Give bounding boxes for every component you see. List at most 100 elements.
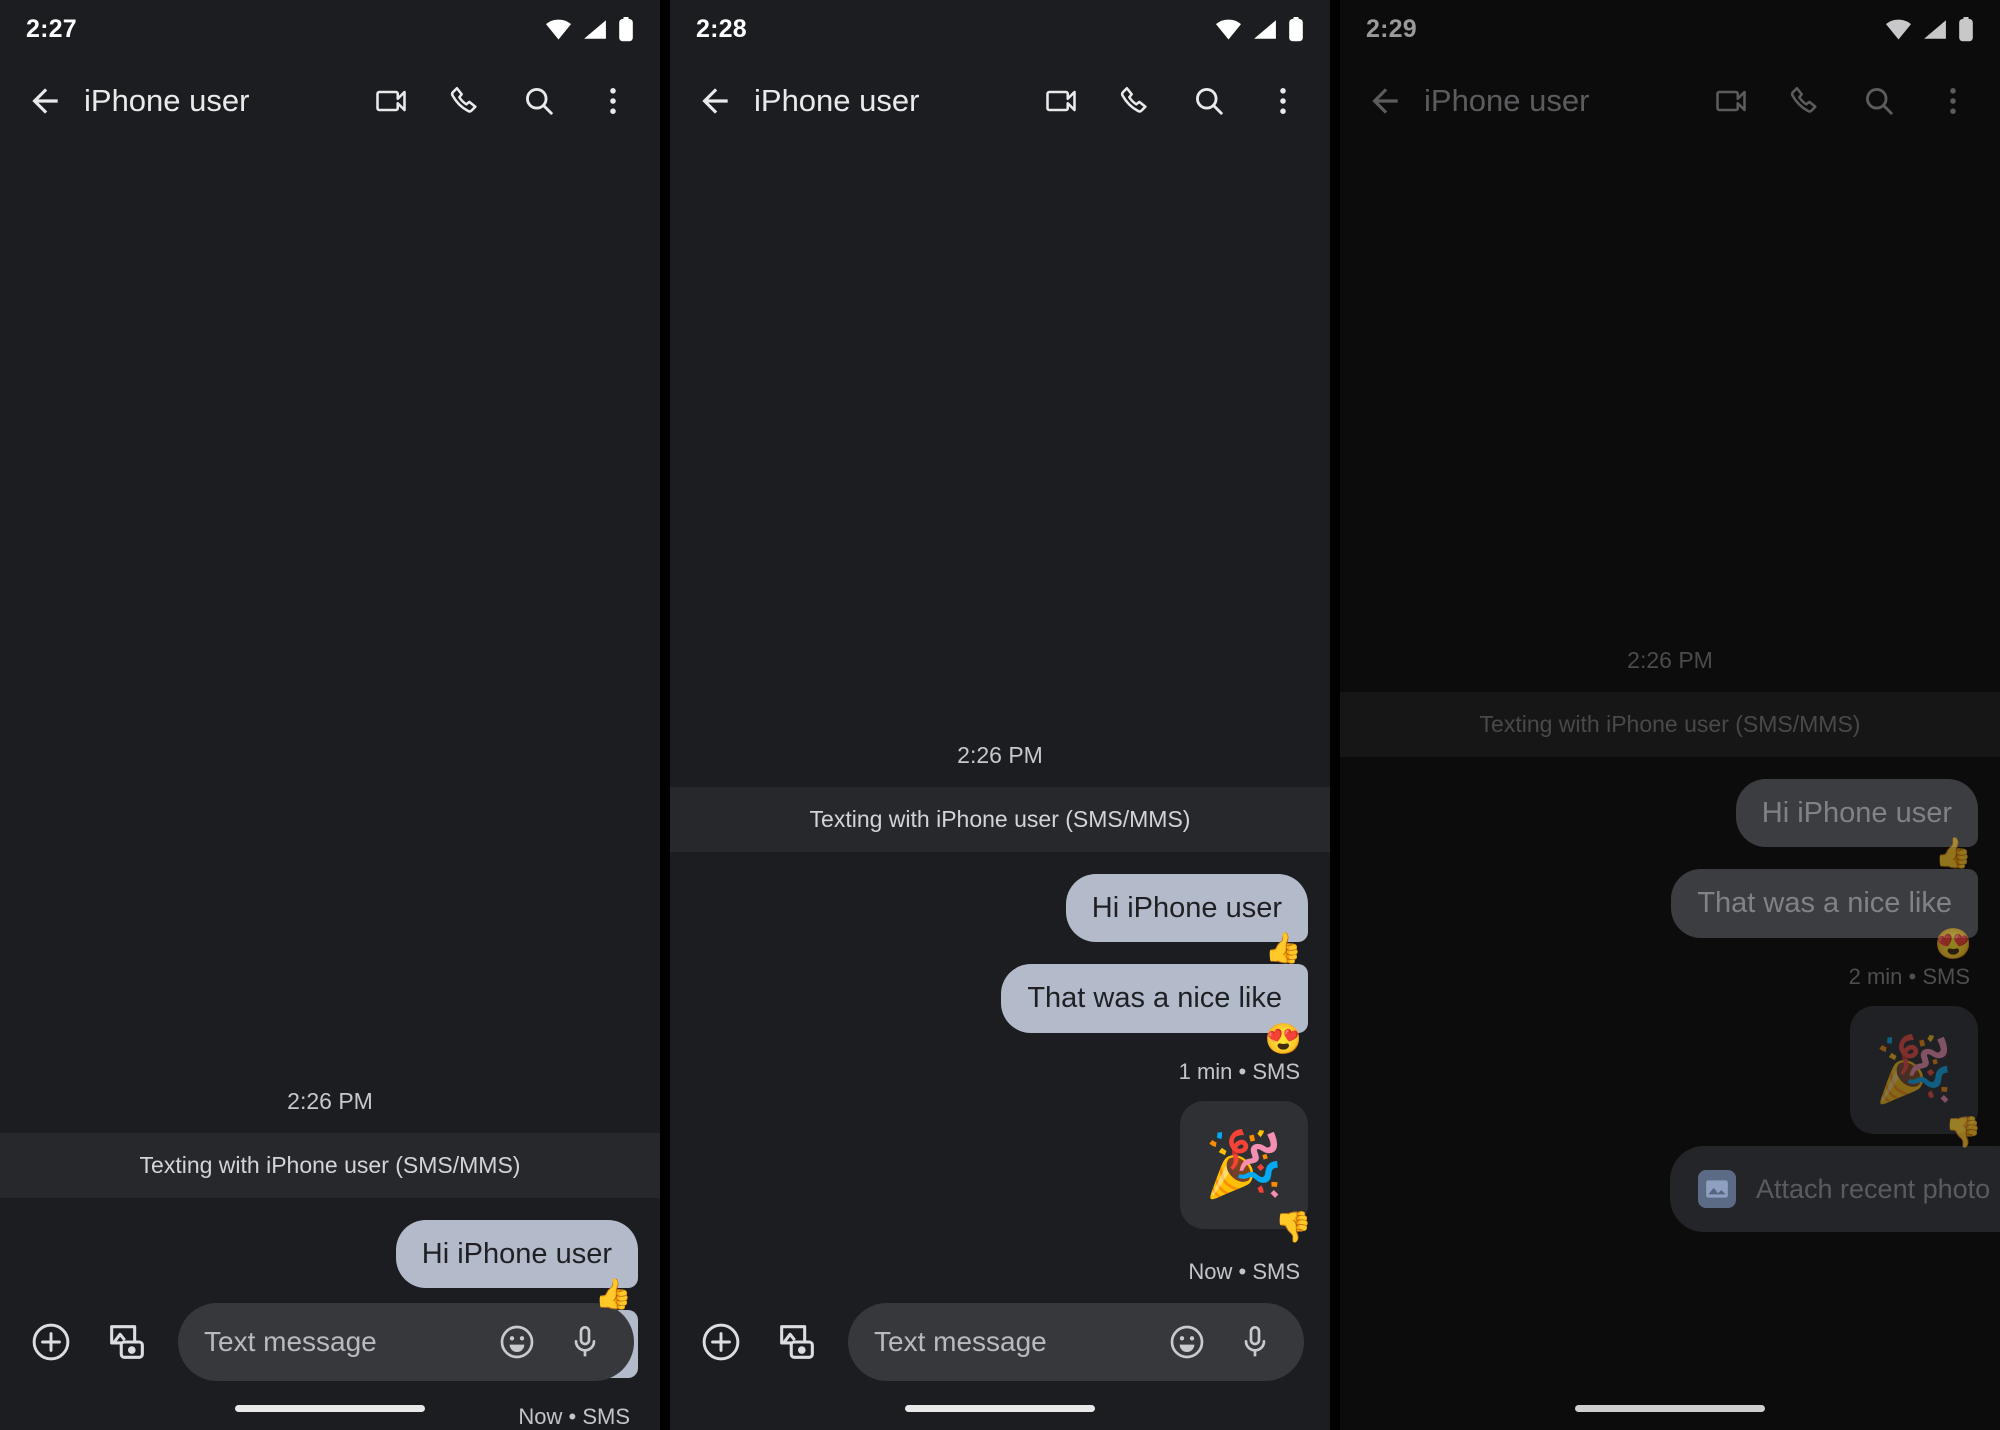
video-call-icon[interactable] [1710,80,1752,122]
system-nav-bar [0,1398,660,1418]
phone-call-icon[interactable] [1784,80,1826,122]
message-list: Hi iPhone user 👍 That was a nice like 😍 … [1340,757,2000,1190]
battery-icon [618,16,634,42]
overflow-menu-icon[interactable] [1262,80,1304,122]
message-list: Hi iPhone user 👍 That was a nice like 😍 … [670,852,1330,1285]
system-nav-bar [670,1398,1330,1418]
party-popper-image[interactable]: 🎉 [1850,1005,1978,1134]
panel-3-messages-screen-with-notification: 2:29 iPhone user 2:26 PM Texting with iP… [1340,0,2000,1430]
page-title: iPhone user [754,83,920,118]
battery-icon [1958,16,1974,42]
search-icon[interactable] [1188,80,1230,122]
cellular-signal-icon [583,19,607,40]
outgoing-message-bubble[interactable]: That was a nice like [1671,869,1978,938]
video-call-icon[interactable] [370,80,412,122]
app-bar-actions [1710,80,1974,122]
emoji-smiley-icon[interactable] [1164,1319,1210,1365]
sms-system-note: Texting with iPhone user (SMS/MMS) [0,1132,660,1198]
cellular-signal-icon [1253,19,1277,40]
app-bar-actions [370,80,634,122]
message-row[interactable]: Hi iPhone user 👍 [22,1219,638,1309]
app-bar: iPhone user [0,62,660,140]
outgoing-message-bubble[interactable]: That was a nice like [1001,964,1308,1033]
image-message-row[interactable]: 🎉 👎 [692,1100,1312,1242]
message-status: Now • SMS [1188,1258,1300,1284]
photo-thumbnail-icon [1698,1170,1736,1208]
party-popper-image[interactable]: 🎉 [1180,1100,1308,1229]
back-arrow-icon[interactable] [1362,78,1408,124]
attach-recent-photo-sheet[interactable]: Attach recent photo [1670,1146,2000,1232]
overflow-menu-icon[interactable] [592,80,634,122]
cellular-signal-icon [1923,19,1947,40]
thumbs-down-reaction[interactable]: 👎 [1275,1212,1312,1243]
battery-icon [1288,16,1304,42]
sms-system-note: Texting with iPhone user (SMS/MMS) [670,787,1330,852]
app-bar: iPhone user [1340,62,2000,140]
status-bar: 2:27 [0,0,660,58]
attach-recent-photo-label: Attach recent photo [1756,1173,1991,1204]
gesture-handle[interactable] [1575,1404,1765,1412]
plus-circle-icon[interactable] [26,1317,76,1367]
panel-divider [1330,0,1340,1430]
panel-1-messages-screen: 2:27 iPhone user 2:26 PM Texting with iP… [0,0,660,1430]
status-icons [1215,16,1304,42]
microphone-icon[interactable] [1232,1319,1278,1365]
message-input[interactable]: Text message [178,1303,634,1381]
message-row[interactable]: That was a nice like 😍 [1362,869,1978,959]
status-clock: 2:29 [1366,14,1417,43]
message-row[interactable]: Hi iPhone user 👍 [692,874,1308,964]
gallery-camera-icon[interactable] [102,1317,152,1367]
thumbs-up-reaction[interactable]: 👍 [1265,934,1302,964]
thumbs-up-reaction[interactable]: 👍 [595,1279,632,1310]
phone-call-icon[interactable] [1114,80,1156,122]
sms-system-note: Texting with iPhone user (SMS/MMS) [1340,692,2000,757]
emoji-smiley-icon[interactable] [494,1319,540,1365]
image-message-row[interactable]: 🎉 👎 [1362,1005,1982,1147]
wifi-icon [1215,19,1242,40]
plus-circle-icon[interactable] [696,1317,746,1367]
panel-divider [660,0,670,1430]
message-input-placeholder: Text message [204,1326,377,1357]
message-status: 1 min • SMS [1178,1058,1300,1084]
gesture-handle[interactable] [235,1404,425,1412]
message-status: 2 min • SMS [1848,963,1970,989]
status-clock: 2:28 [696,14,747,43]
page-title: iPhone user [1424,83,1590,118]
phone-call-icon[interactable] [444,80,486,122]
status-bar: 2:29 [1340,0,2000,58]
gesture-handle[interactable] [905,1404,1095,1412]
microphone-icon[interactable] [562,1319,608,1365]
three-panel-screenshot: 2:27 iPhone user 2:26 PM Texting with iP… [0,0,2000,1430]
overflow-menu-icon[interactable] [1932,80,1974,122]
heart-eyes-reaction[interactable]: 😍 [1935,929,1972,960]
app-bar-actions [1040,80,1304,122]
conversation-thread: 2:26 PM Texting with iPhone user (SMS/MM… [0,140,660,1430]
thumbs-down-reaction[interactable]: 👎 [1945,1117,1982,1148]
page-title: iPhone user [84,83,250,118]
thumbs-up-reaction[interactable]: 👍 [1935,839,1972,869]
search-icon[interactable] [1858,80,1900,122]
message-row[interactable]: That was a nice like 😍 [692,964,1308,1054]
conversation-thread: 2:26 PM Texting with iPhone user (SMS/MM… [670,140,1330,1430]
message-input[interactable]: Text message [848,1303,1304,1381]
status-icons [1885,16,1974,42]
wifi-icon [1885,19,1912,40]
video-call-icon[interactable] [1040,80,1082,122]
conversation-timestamp: 2:26 PM [287,1087,373,1114]
status-bar: 2:28 [670,0,1330,58]
message-composer: Text message [0,1296,660,1388]
app-bar: iPhone user [670,62,1330,140]
wifi-icon [545,19,572,40]
panel-2-messages-screen: 2:28 iPhone user 2:26 PM Texting with iP… [670,0,1330,1430]
search-icon[interactable] [518,80,560,122]
message-input-placeholder: Text message [874,1326,1047,1357]
status-icons [545,16,634,42]
message-row[interactable]: Hi iPhone user 👍 [1362,779,1978,869]
back-arrow-icon[interactable] [692,78,738,124]
party-popper-emoji: 🎉 [1204,1128,1284,1200]
conversation-timestamp: 2:26 PM [957,742,1043,768]
gallery-camera-icon[interactable] [772,1317,822,1367]
message-composer: Text message [670,1296,1330,1388]
back-arrow-icon[interactable] [22,78,68,124]
heart-eyes-reaction[interactable]: 😍 [1265,1024,1302,1055]
